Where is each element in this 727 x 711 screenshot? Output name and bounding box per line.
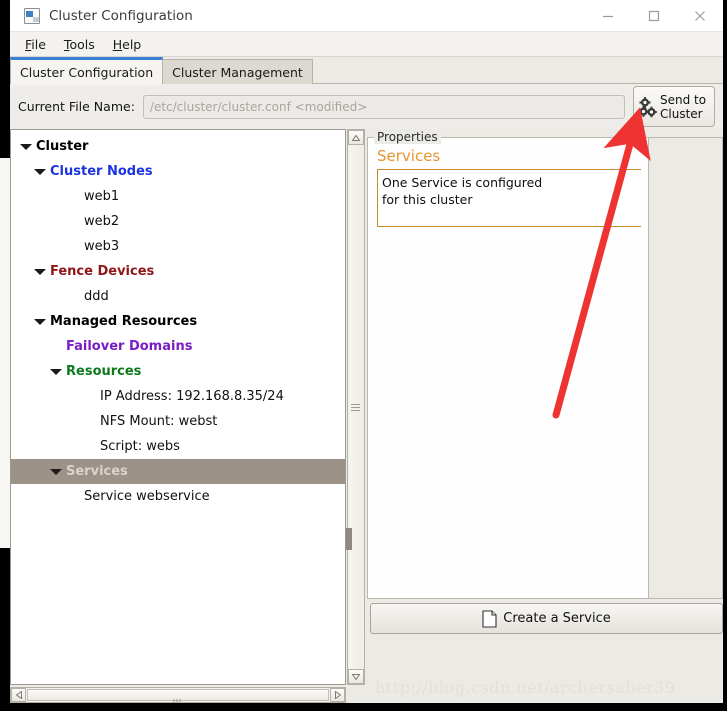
tree-item[interactable]: web2	[11, 209, 345, 234]
create-a-service-button[interactable]: Create a Service	[370, 603, 723, 634]
scroll-down-arrow[interactable]	[348, 669, 364, 684]
properties-inner: Services One Service is configured for t…	[371, 144, 645, 595]
watermark: http://blog.csdn.net/archersaber39	[375, 678, 676, 697]
window-controls	[585, 0, 723, 32]
chevron-down-icon[interactable]	[33, 165, 46, 178]
left-edge-gap	[0, 158, 10, 548]
current-file-name-input[interactable]: /etc/cluster/cluster.conf <modified>	[142, 94, 625, 119]
tree-item[interactable]: Cluster	[11, 134, 345, 159]
application-window: Cluster Configuration File Tools Help Cl…	[0, 0, 727, 711]
menu-tools[interactable]: Tools	[55, 35, 104, 54]
scrollbar-grip	[173, 692, 183, 707]
tree-item[interactable]: Fence Devices	[11, 259, 345, 284]
gears-icon	[638, 96, 657, 117]
tree-horizontal-scrollbar[interactable]	[10, 687, 346, 707]
file-name-row: Current File Name: /etc/cluster/cluster.…	[10, 84, 723, 129]
menu-bar: File Tools Help	[10, 32, 723, 57]
chevron-down-icon[interactable]	[19, 140, 32, 153]
properties-description-line1: One Service is configured	[382, 175, 543, 190]
properties-filler	[649, 137, 723, 599]
properties-title: Services	[377, 147, 441, 165]
send-label-line2: Cluster	[660, 106, 703, 121]
main-content: Cluster Cluster Nodes web1 web2 web3 Fence De…	[10, 129, 723, 707]
chevron-down-icon[interactable]	[33, 265, 46, 278]
tree-item-label: ddd	[84, 289, 109, 304]
send-label-line1: Send to	[660, 92, 707, 107]
tree-item-label: IP Address: 192.168.8.35/24	[100, 389, 284, 404]
menu-file[interactable]: File	[16, 35, 55, 54]
tree-item-label: Script: webs	[100, 439, 180, 454]
tree-item[interactable]: IP Address: 192.168.8.35/24	[11, 384, 345, 409]
menu-help[interactable]: Help	[104, 35, 151, 54]
minimize-icon[interactable]	[585, 0, 631, 32]
tree-item-label: Cluster Nodes	[50, 164, 153, 179]
tab-label: Cluster Management	[172, 64, 303, 80]
tab-cluster-configuration[interactable]: Cluster Configuration	[10, 57, 164, 85]
tree-item-label: Fence Devices	[50, 264, 155, 279]
right-edge-artifact	[723, 0, 727, 711]
tree-item[interactable]: Services	[11, 459, 345, 484]
properties-group: Properties Services One Service is confi…	[367, 130, 649, 599]
properties-description-box: One Service is configured for this clust…	[377, 169, 641, 227]
tree-item[interactable]: Failover Domains	[11, 334, 345, 359]
properties-legend: Properties	[374, 130, 441, 144]
current-file-name-label: Current File Name:	[18, 99, 135, 114]
splitter-handle[interactable]	[346, 528, 352, 550]
title-bar: Cluster Configuration	[10, 0, 723, 32]
tree-item-label: web1	[84, 189, 120, 204]
tree-item[interactable]: web3	[11, 234, 345, 259]
scrollbar-thumb[interactable]	[27, 689, 329, 707]
properties-pane: Properties Services One Service is confi…	[367, 129, 723, 703]
tree-item[interactable]: Managed Resources	[11, 309, 345, 334]
properties-description-line2: for this cluster	[382, 192, 473, 207]
document-icon	[482, 609, 497, 628]
maximize-icon[interactable]	[631, 0, 677, 32]
tree-item[interactable]: web1	[11, 184, 345, 209]
tree-item[interactable]: Script: webs	[11, 434, 345, 459]
tree-item-label: NFS Mount: webst	[100, 414, 218, 429]
send-to-cluster-label: Send to Cluster	[660, 93, 706, 121]
tree-item-label: web2	[84, 214, 120, 229]
scroll-right-arrow[interactable]	[330, 688, 345, 702]
send-to-cluster-button[interactable]: Send to Cluster	[633, 86, 715, 127]
tree-item-label: web3	[84, 239, 120, 254]
tree-item-label: Service webservice	[84, 489, 210, 504]
chevron-down-icon[interactable]	[33, 315, 46, 328]
tree-item-label: Services	[66, 464, 128, 479]
tree-item[interactable]: ddd	[11, 284, 345, 309]
tab-label: Cluster Configuration	[20, 64, 154, 80]
chevron-down-icon[interactable]	[49, 465, 62, 478]
scroll-left-arrow[interactable]	[11, 688, 26, 702]
chevron-down-icon[interactable]	[49, 365, 62, 378]
tree-item[interactable]: Service webservice	[11, 484, 345, 509]
tab-cluster-management[interactable]: Cluster Management	[162, 59, 313, 84]
tree-item-label: Cluster	[36, 139, 89, 154]
cluster-tree-panel: Cluster Cluster Nodes web1 web2 web3 Fence De…	[10, 129, 346, 685]
tree-item-label: Resources	[66, 364, 142, 379]
bottom-edge-artifact	[0, 703, 727, 711]
close-icon[interactable]	[677, 0, 723, 32]
window-title: Cluster Configuration	[49, 7, 193, 24]
tab-strip: Cluster Configuration Cluster Management	[10, 57, 723, 85]
app-icon	[24, 7, 40, 24]
scrollbar-grip	[351, 404, 360, 413]
cluster-tree[interactable]: Cluster Cluster Nodes web1 web2 web3 Fence De…	[11, 130, 345, 684]
tree-vertical-scrollbar[interactable]	[346, 129, 365, 685]
tree-item[interactable]: Cluster Nodes	[11, 159, 345, 184]
create-a-service-label: Create a Service	[503, 611, 611, 626]
tree-item[interactable]: NFS Mount: webst	[11, 409, 345, 434]
tree-item[interactable]: Resources	[11, 359, 345, 384]
tree-item-label: Failover Domains	[66, 339, 193, 354]
tree-item-label: Managed Resources	[50, 314, 198, 329]
scroll-up-arrow[interactable]	[348, 130, 364, 145]
